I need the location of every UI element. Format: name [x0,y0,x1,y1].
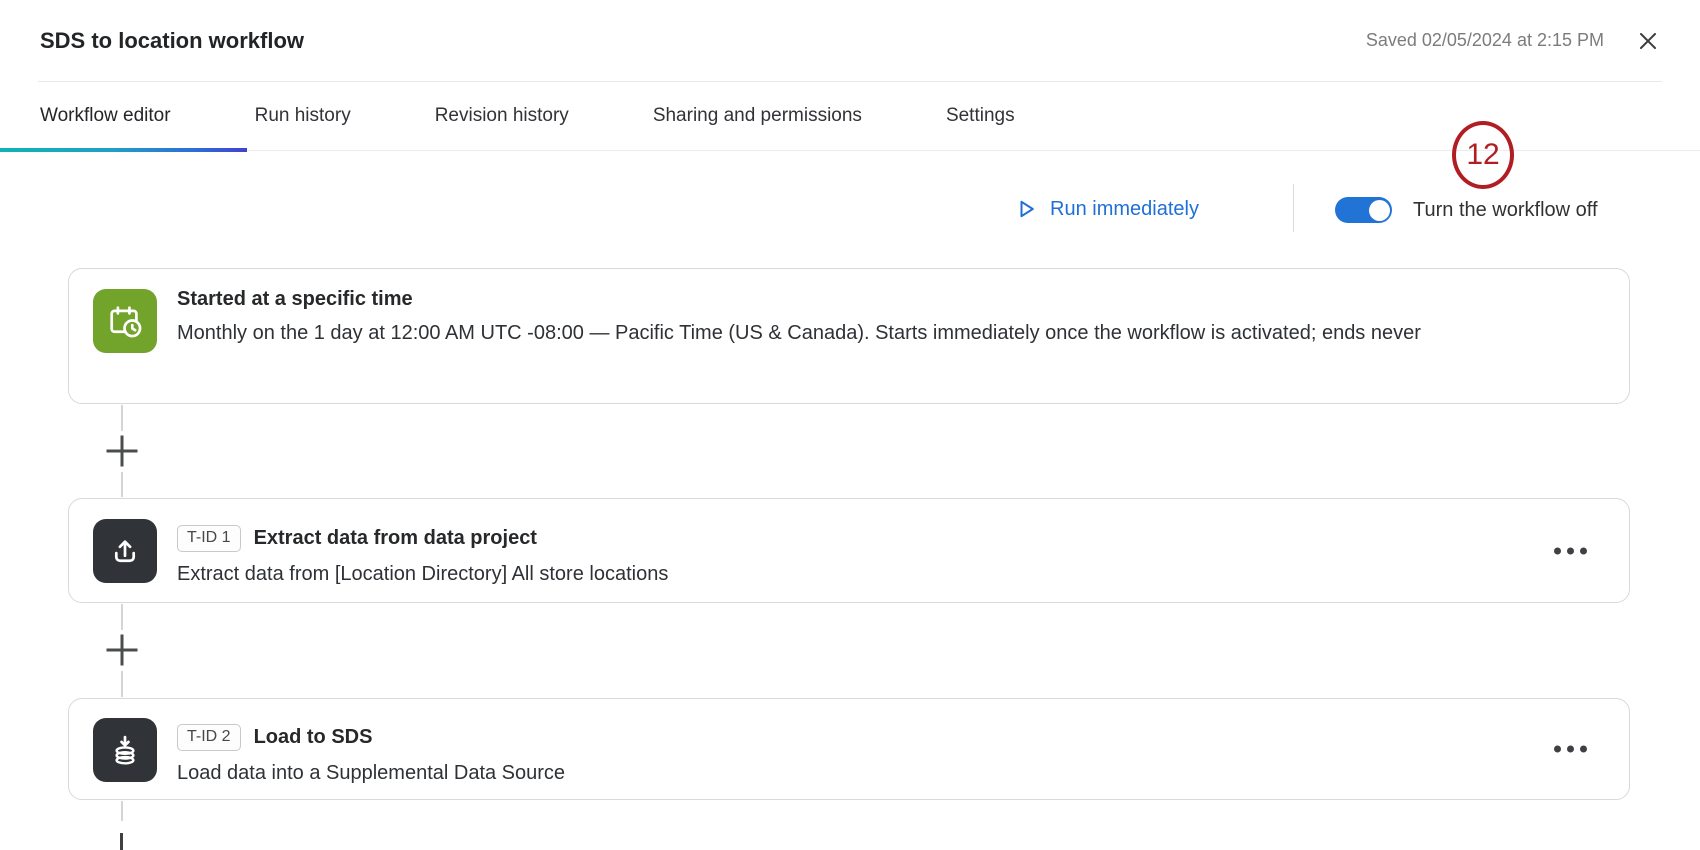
more-options-icon[interactable] [1552,541,1589,560]
tab-settings[interactable]: Settings [946,105,1015,127]
task-title: Load to SDS [254,726,373,749]
add-task-plus-icon[interactable] [103,631,141,669]
tab-revision-history[interactable]: Revision history [435,105,569,127]
task-description: Extract data from [Location Directory] A… [177,559,1589,589]
toolbar-divider [1293,184,1294,232]
workflow-toggle[interactable] [1335,197,1392,223]
run-immediately-label: Run immediately [1050,198,1199,221]
close-icon[interactable] [1634,27,1662,55]
add-task-plus-icon[interactable] [103,432,141,470]
task-card-extract-data[interactable]: T-ID 1 Extract data from data project Ex… [68,498,1630,603]
tab-bar: Workflow editor Run history Revision his… [0,82,1700,151]
run-immediately-button[interactable]: Run immediately [1014,186,1199,232]
page-title: SDS to location workflow [38,28,304,54]
connector-line [121,405,123,431]
connector-line [121,801,123,821]
task-title: Extract data from data project [254,527,537,550]
modal-header: SDS to location workflow Saved 02/05/202… [38,0,1662,82]
tab-workflow-editor[interactable]: Workflow editor [40,105,171,127]
toggle-label: Turn the workflow off [1413,199,1598,222]
connector-line [121,604,123,630]
task-card-load-to-sds[interactable]: T-ID 2 Load to SDS Load data into a Supp… [68,698,1630,800]
database-load-icon [93,718,157,782]
saved-timestamp: Saved 02/05/2024 at 2:15 PM [1366,30,1604,51]
play-icon [1014,197,1038,221]
trigger-description: Monthly on the 1 day at 12:00 AM UTC -08… [177,317,1589,350]
upload-icon [93,519,157,583]
connector-line [121,472,123,497]
task-id-badge: T-ID 2 [177,724,241,751]
calendar-clock-icon [93,289,157,353]
trigger-card[interactable]: Started at a specific time Monthly on th… [68,268,1630,404]
connector-line [121,671,123,697]
tab-run-history[interactable]: Run history [255,105,351,127]
more-options-icon[interactable] [1552,740,1589,759]
active-tab-indicator [0,148,247,152]
toggle-knob [1369,200,1390,221]
task-id-badge: T-ID 1 [177,525,241,552]
task-description: Load data into a Supplemental Data Sourc… [177,758,1589,788]
annotation-circle-12: 12 [1452,121,1514,189]
add-task-plus-icon-partial[interactable] [120,833,123,850]
trigger-title: Started at a specific time [177,284,1589,314]
tab-sharing-and-permissions[interactable]: Sharing and permissions [653,105,862,127]
